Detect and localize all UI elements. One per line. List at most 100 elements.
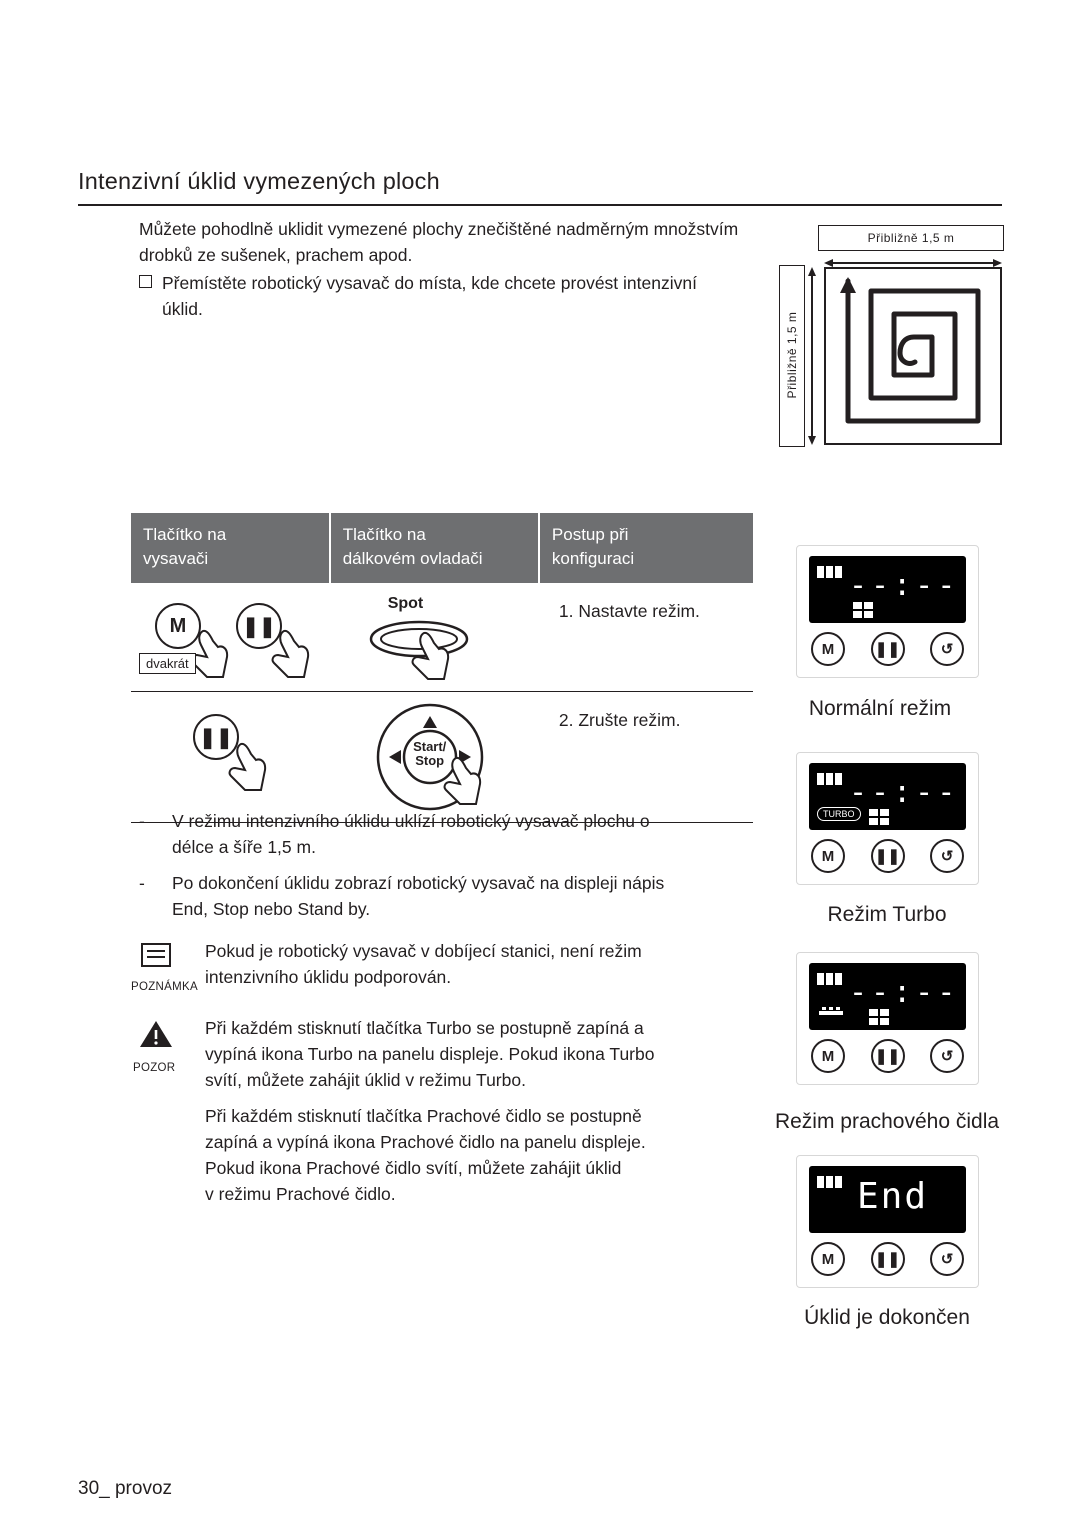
grid-icon — [853, 602, 873, 618]
intro-line-1: Můžete pohodlně uklidit vymezené plochy … — [139, 219, 739, 239]
grid-icon — [869, 809, 889, 825]
lcd-screen: --:-- — [809, 556, 966, 623]
start-stop-button[interactable]: ❚❚ — [870, 1039, 905, 1073]
procedure-table: Tlačítko na vysavači Tlačítko na dálkovém … — [131, 513, 753, 823]
warning-triangle-icon — [140, 1021, 172, 1047]
table-row: ❚❚ Start/ Stop 2. Zrušte režim. — [131, 691, 753, 823]
turbo-indicator: TURBO — [817, 807, 861, 821]
note-line-1: Po dokončení úklidu zobrazí robotický vy… — [172, 873, 665, 893]
page-title-block: Intenzivní úklid vymezených ploch — [78, 168, 1002, 206]
list-item: - V režimu intenzivního úklidu uklízí ro… — [139, 808, 779, 860]
caution-body: Při každém stisknutí tlačítka Turbo se p… — [131, 1015, 781, 1207]
caution-para-2: Při každém stisknutí tlačítka Prachové č… — [205, 1103, 781, 1207]
mode-button[interactable]: M — [811, 839, 845, 873]
dust-sensor-icon — [819, 1007, 843, 1015]
vertical-arrow-icon — [808, 267, 816, 445]
remote-spot-label: Spot — [387, 595, 424, 612]
table-header-row: Tlačítko na vysavači Tlačítko na dálkovém … — [131, 513, 753, 583]
panel-button-row: M ❚❚ ↺ — [811, 1242, 964, 1276]
cell-device-buttons-row2: ❚❚ — [131, 691, 330, 823]
note-body: Pokud je robotický vysavač v dobíjecí st… — [131, 938, 771, 990]
note-line-2: délce a šíře 1,5 m. — [172, 837, 316, 857]
display-panel-end: End M ❚❚ ↺ — [796, 1155, 979, 1288]
caution-p1-l1: Při každém stisknutí tlačítka Turbo se p… — [205, 1018, 644, 1038]
note-callout: POZNÁMKA Pokud je robotický vysavač v do… — [131, 938, 771, 993]
caution-label: POZOR — [133, 1062, 176, 1074]
caution-p1-l2: vypíná ikona Turbo na panelu displeje. P… — [205, 1044, 655, 1064]
step-text-2: 2. Zrušte režim. — [558, 710, 681, 730]
cell-step-row1: 1. Nastavte režim. — [538, 583, 753, 692]
page-footer: 30_ provoz — [78, 1478, 173, 1499]
intro-line-2: drobků ze sušenek, prachem apod. — [139, 245, 413, 265]
lcd-digits: --:-- — [849, 568, 960, 603]
caution-p2-l4: v režimu Prachové čidlo. — [205, 1184, 396, 1204]
step-text-1: 1. Nastavte režim. — [558, 601, 700, 621]
lcd-screen: --:-- TURBO — [809, 763, 966, 830]
lcd-screen: --:-- — [809, 963, 966, 1030]
recharge-button[interactable]: ↺ — [930, 1242, 964, 1276]
panel-caption-normal: Normální režim — [808, 697, 952, 720]
start-stop-button[interactable]: ❚❚ — [870, 1242, 905, 1276]
note-line-1: V režimu intenzivního úklidu uklízí robo… — [172, 811, 650, 831]
intro-paragraph: Můžete pohodlně uklidit vymezené plochy … — [139, 216, 779, 268]
display-panel-dust-sensor: --:-- M ❚❚ ↺ — [796, 952, 979, 1085]
diagram-width-label: Přibližně 1,5 m — [818, 225, 1004, 251]
start-stop-button[interactable]: ❚❚ — [870, 632, 905, 666]
recharge-button[interactable]: ↺ — [930, 632, 964, 666]
table-row: M ❚❚ dvakrát Spot 1. Nastavte režim. — [131, 583, 753, 692]
note-line-2: End, Stop nebo Stand by. — [172, 899, 371, 919]
intro-bullet-line-1: Přemístěte robotický vysavač do místa, k… — [162, 273, 697, 293]
lcd-digits: --:-- — [849, 975, 960, 1010]
panel-caption-turbo: Režim Turbo — [827, 903, 947, 926]
mode-button[interactable]: M — [811, 1242, 845, 1276]
list-item: - Po dokončení úklidu zobrazí robotický … — [139, 870, 779, 922]
cell-remote-row2: Start/Stop — [329, 691, 539, 823]
caution-p2-l3: Pokud ikona Prachové čidlo svítí, můžete… — [205, 1158, 622, 1178]
caution-callout: POZOR Při každém stisknutí tlačítka Turb… — [131, 1015, 781, 1207]
checkbox-icon — [139, 275, 152, 288]
notes-list: - V režimu intenzivního úklidu uklízí ro… — [139, 808, 779, 932]
table-header-remote: Tlačítko na dálkovém ovladači — [329, 513, 540, 583]
mode-button[interactable]: M — [811, 632, 845, 666]
panel-button-row: M ❚❚ ↺ — [811, 839, 964, 873]
panel-button-row: M ❚❚ ↺ — [811, 632, 964, 666]
dash-marker: - — [139, 873, 145, 893]
intro-bullet-line-2: úklid. — [162, 299, 203, 319]
note-label: POZNÁMKA — [131, 981, 198, 993]
dash-marker: - — [139, 811, 145, 831]
battery-icon — [817, 1176, 842, 1188]
cell-step-row2: 2. Zrušte režim. — [538, 691, 753, 823]
cell-device-buttons-row1: M ❚❚ dvakrát — [131, 583, 330, 692]
intro-bullet: Přemístěte robotický vysavač do místa, k… — [139, 270, 799, 322]
caution-p2-l2: zapíná a vypíná ikona Prachové čidlo na … — [205, 1132, 646, 1152]
caution-p1-l3: svítí, můžete zahájit úklid v režimu Tur… — [205, 1070, 526, 1090]
note-body-line-1: Pokud je robotický vysavač v dobíjecí st… — [205, 941, 642, 961]
area-diagram: Přibližně 1,5 m Přibližně 1,5 m — [776, 225, 1004, 447]
cell-remote-row1: Spot — [329, 583, 539, 692]
display-panel-turbo: --:-- TURBO M ❚❚ ↺ — [796, 752, 979, 885]
display-panel-normal: --:-- M ❚❚ ↺ — [796, 545, 979, 678]
lcd-digits: End — [857, 1176, 929, 1217]
lcd-digits: --:-- — [849, 775, 960, 810]
mode-button[interactable]: M — [811, 1039, 845, 1073]
grid-icon — [869, 1009, 889, 1025]
caution-p2-l1: Při každém stisknutí tlačítka Prachové č… — [205, 1106, 642, 1126]
manual-page: Intenzivní úklid vymezených ploch Můžete… — [0, 0, 1080, 1532]
start-stop-button[interactable]: ❚❚ — [870, 839, 905, 873]
recharge-button[interactable]: ↺ — [930, 1039, 964, 1073]
panel-caption-dust-sensor: Režim prachového čidla — [774, 1110, 1000, 1133]
diagram-height-label: Přibližně 1,5 m — [779, 265, 805, 447]
twice-label: dvakrát — [139, 653, 196, 674]
page-title: Intenzivní úklid vymezených ploch — [78, 168, 440, 194]
battery-icon — [817, 566, 842, 578]
panel-button-row: M ❚❚ ↺ — [811, 1039, 964, 1073]
note-icon — [141, 943, 171, 967]
pointing-hand-icon — [271, 629, 310, 678]
recharge-button[interactable]: ↺ — [930, 839, 964, 873]
title-divider — [78, 204, 1002, 206]
battery-icon — [817, 973, 842, 985]
battery-icon — [817, 773, 842, 785]
table-header-procedure: Postup při konfiguraci — [538, 513, 753, 583]
panel-caption-end: Úklid je dokončen — [804, 1306, 970, 1329]
table-header-device: Tlačítko na vysavači — [131, 513, 331, 583]
